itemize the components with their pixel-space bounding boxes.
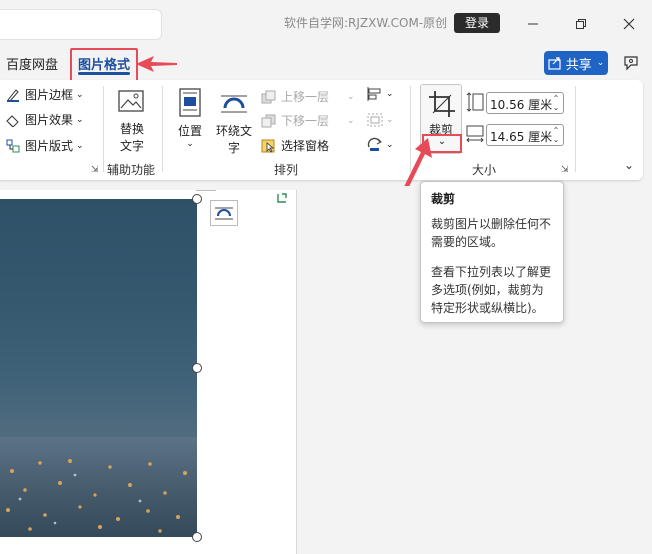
wrap-text-icon — [215, 207, 233, 220]
layout-icon — [6, 139, 20, 152]
tooltip-title: 裁剪 — [431, 192, 456, 206]
width-field[interactable]: 14.65 厘米 ⌃ ⌄ — [486, 124, 564, 146]
chevron-down-icon: ⌄ — [437, 136, 447, 147]
anchor-icon — [277, 193, 287, 203]
restore-icon — [576, 19, 586, 29]
accessibility-group-label: 辅助功能 — [107, 163, 156, 177]
bring-forward-label: 上移一层 — [281, 90, 330, 104]
rotate-button[interactable]: ⌄ — [366, 137, 394, 153]
send-backward-icon — [261, 114, 276, 127]
chevron-down-icon: ⌄ — [76, 114, 84, 125]
chevron-down-icon: ⌄ — [386, 115, 394, 125]
height-icon — [466, 92, 484, 112]
height-field[interactable]: 10.56 厘米 ⌃ ⌄ — [486, 92, 564, 114]
chevron-down-icon: ⌄ — [386, 89, 394, 99]
arrange-group-label: 排列 — [274, 163, 299, 177]
tab-picture-format-label: 图片格式 — [78, 58, 131, 73]
share-icon — [548, 57, 561, 70]
feedback-button[interactable] — [620, 52, 642, 74]
tooltip-text: 裁剪图片以删除任何不 — [431, 217, 552, 231]
group-objects-button[interactable]: ⌄ — [366, 112, 394, 128]
spinner-icon[interactable]: ⌃ ⌄ — [551, 126, 561, 144]
minimize-icon — [528, 23, 538, 25]
rotate-icon — [367, 137, 382, 151]
picture-effects-button[interactable]: 图片效果 ⌄ — [6, 111, 84, 128]
chevron-down-icon: ⌄ — [76, 89, 84, 100]
align-icon — [367, 87, 381, 101]
close-icon — [623, 18, 635, 30]
alt-text-button[interactable]: 替换 文字 — [112, 88, 152, 154]
tooltip-text: 多选项(例如，裁剪为 — [431, 283, 544, 297]
resize-handle-bottom-right[interactable] — [192, 532, 202, 542]
feedback-icon — [624, 56, 638, 71]
group-separator — [162, 86, 163, 172]
active-tab-indicator — [78, 72, 130, 75]
spinner-icon[interactable]: ⌃ ⌄ — [551, 94, 561, 112]
bring-forward-button[interactable]: 上移一层 ⌄ — [261, 88, 355, 105]
resize-handle-top-right[interactable] — [192, 194, 202, 204]
position-label: 位置 — [177, 124, 202, 138]
bring-forward-icon — [261, 90, 276, 103]
group-separator — [103, 86, 104, 172]
picture-effects-label: 图片效果 — [25, 113, 74, 127]
chevron-down-icon: ⌄ — [347, 115, 355, 126]
chevron-down-icon: ⌄ — [186, 139, 194, 149]
close-button[interactable] — [614, 9, 644, 39]
position-button[interactable]: 位置 ⌄ — [173, 88, 207, 149]
width-value: 14.65 厘米 — [490, 130, 553, 144]
selection-pane-label: 选择窗格 — [281, 139, 330, 153]
group-separator — [575, 86, 576, 172]
tooltip-text: 查看下拉列表以了解更 — [431, 265, 552, 279]
width-icon — [466, 125, 484, 143]
size-group-label: 大小 — [472, 163, 497, 177]
search-box[interactable] — [0, 9, 162, 40]
wrap-text-label-line1: 环绕文 — [215, 124, 252, 138]
sprinkles-decoration — [6, 459, 187, 533]
login-button[interactable]: 登录 — [454, 13, 500, 33]
chevron-down-icon: ⌄ — [76, 140, 84, 151]
dialog-launcher-icon[interactable]: ⇲ — [561, 165, 569, 175]
wrap-text-label-line2: 字 — [227, 141, 240, 155]
chevron-down-icon: ⌄ — [596, 58, 605, 68]
picture-layout-label: 图片版式 — [25, 139, 74, 153]
watermark-text: 软件自学网:RJZXW.COM-原创 — [284, 16, 448, 30]
restore-button[interactable] — [566, 9, 596, 39]
share-button-label: 共享 — [565, 57, 592, 73]
alt-text-label-line1: 替换 — [119, 122, 144, 136]
page-border — [296, 190, 297, 554]
selection-pane-icon — [261, 139, 275, 153]
height-value: 10.56 厘米 — [490, 98, 553, 112]
picture-border-button[interactable]: 图片边框 ⌄ — [6, 86, 84, 103]
resize-handle-middle-right[interactable] — [192, 363, 202, 373]
wrap-text-icon — [221, 95, 247, 113]
tab-picture-format[interactable]: 图片格式 — [70, 48, 138, 82]
tab-baidu-netdisk[interactable]: 百度网盘 — [6, 54, 58, 73]
pen-icon — [7, 88, 19, 102]
minimize-button[interactable] — [518, 9, 548, 39]
picture-layout-button[interactable]: 图片版式 ⌄ — [6, 137, 84, 154]
align-button[interactable]: ⌄ — [366, 86, 394, 102]
dialog-launcher-icon[interactable]: ⇲ — [91, 165, 99, 175]
red-arrow-icon — [136, 56, 177, 72]
chevron-down-icon: ⌄ — [347, 91, 355, 102]
alt-text-icon — [118, 90, 144, 112]
group-objects-icon — [367, 113, 383, 127]
share-button[interactable]: 共享 ⌄ — [544, 51, 608, 75]
alt-text-label-line2: 文字 — [119, 139, 144, 153]
layout-options-button[interactable] — [210, 200, 238, 226]
crop-tooltip: 裁剪 裁剪图片以删除任何不 需要的区域。 查看下拉列表以了解更 多选项(例如，裁… — [420, 181, 564, 323]
tooltip-text: 特定形状或纵横比)。 — [431, 301, 544, 315]
selection-pane-button[interactable]: 选择窗格 — [261, 137, 329, 154]
wrap-text-button[interactable]: 环绕文 字 — [213, 88, 255, 156]
effects-icon — [6, 114, 19, 127]
send-backward-button[interactable]: 下移一层 ⌄ — [261, 112, 355, 129]
tooltip-text: 需要的区域。 — [431, 235, 504, 249]
page-corner-mark — [196, 190, 216, 191]
picture-border-label: 图片边框 — [25, 88, 74, 102]
chevron-down-icon: ⌄ — [386, 140, 394, 150]
position-icon — [179, 88, 201, 117]
send-backward-label: 下移一层 — [281, 114, 330, 128]
crop-icon — [429, 91, 455, 117]
collapse-ribbon-icon[interactable]: ⌄ — [624, 158, 634, 172]
